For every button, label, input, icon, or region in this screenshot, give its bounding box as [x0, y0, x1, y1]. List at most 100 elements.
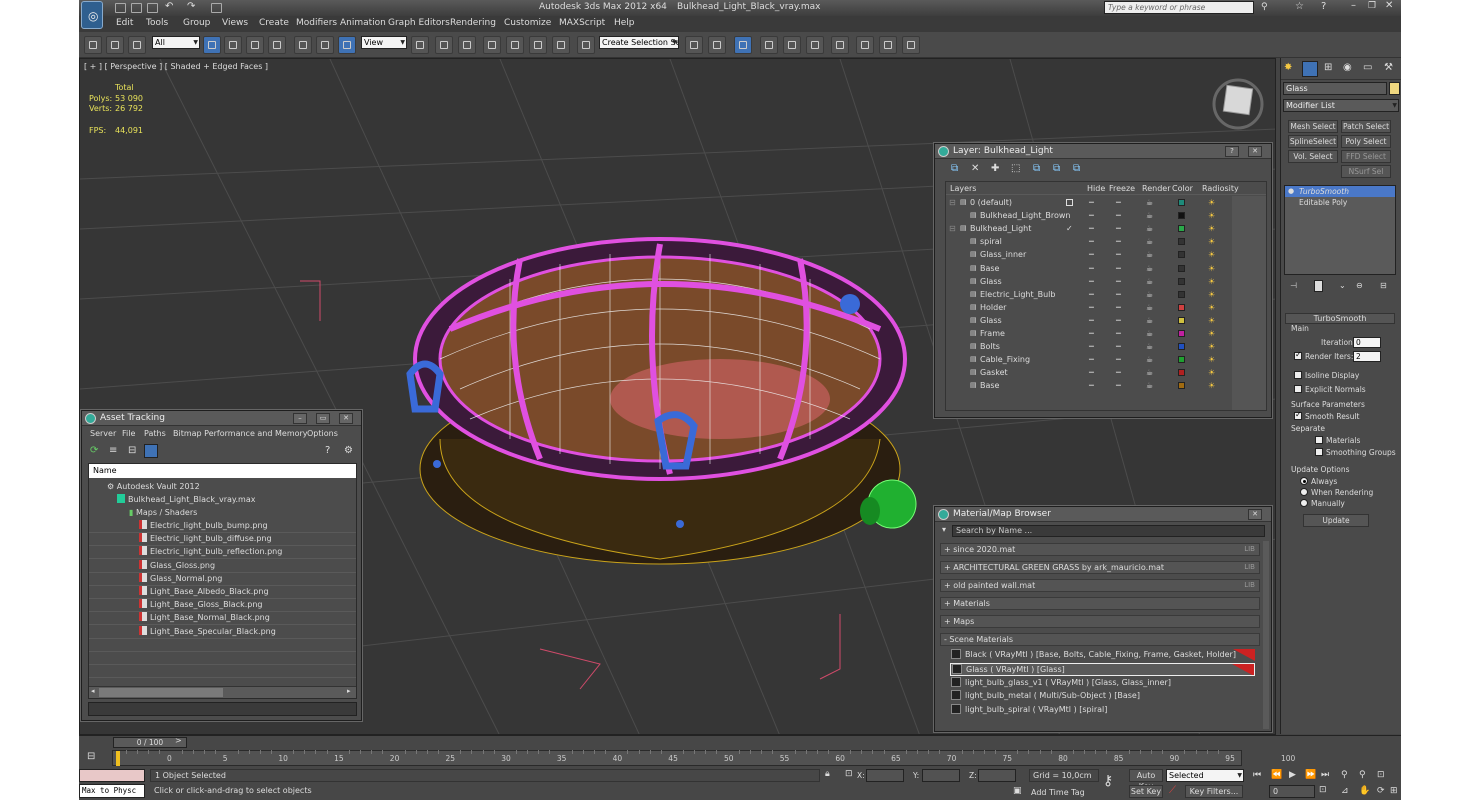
always-radio[interactable]: [1300, 477, 1308, 485]
add-to-layer-icon[interactable]: ✚: [991, 163, 999, 174]
layer-color-swatch[interactable]: [1178, 369, 1185, 377]
object-color-swatch[interactable]: [1389, 82, 1400, 95]
render-teapot-icon[interactable]: ☕: [1146, 327, 1153, 340]
layer-row[interactable]: ▤ Bolts ━ ━ ☕ ☀: [946, 340, 1232, 353]
render-teapot-icon[interactable]: ☕: [1146, 209, 1153, 222]
render-teapot-icon[interactable]: ☕: [1146, 340, 1153, 353]
hide-toggle[interactable]: ━: [1089, 235, 1094, 248]
radiosity-sun-icon[interactable]: ☀: [1208, 222, 1215, 235]
render-iters-spinner[interactable]: 2: [1353, 351, 1381, 362]
curve-editor-icon[interactable]: [783, 36, 801, 54]
y-coordinate-field[interactable]: [922, 769, 960, 782]
freeze-toggle[interactable]: ━: [1116, 314, 1121, 327]
iterations-spinner[interactable]: 0: [1353, 337, 1381, 348]
col-color[interactable]: Color: [1172, 184, 1193, 193]
tree-view-icon[interactable]: ⊟: [128, 445, 136, 456]
scroll-thumb[interactable]: [99, 688, 223, 697]
play-icon[interactable]: ▶: [1289, 770, 1296, 780]
layer-color-swatch[interactable]: [1178, 225, 1185, 233]
asset-minimize-button[interactable]: –: [293, 413, 307, 424]
render-teapot-icon[interactable]: ☕: [1146, 275, 1153, 288]
radiosity-sun-icon[interactable]: ☀: [1208, 301, 1215, 314]
current-layer-box-icon[interactable]: [1066, 199, 1073, 206]
key-mode-combo[interactable]: Selected: [1166, 769, 1244, 782]
select-by-name-icon[interactable]: [224, 36, 242, 54]
scroll-left-icon[interactable]: ◂: [91, 687, 95, 695]
freeze-toggle[interactable]: ━: [1116, 288, 1121, 301]
radiosity-sun-icon[interactable]: ☀: [1208, 262, 1215, 275]
asset-map-row[interactable]: Light_Base_Albedo_Black.png: [139, 585, 269, 598]
group-row-scene-materials[interactable]: - Scene Materials: [940, 633, 1260, 646]
trackbar-toggle-icon[interactable]: ⊟: [87, 751, 95, 762]
auto-key-button[interactable]: Auto Key: [1129, 769, 1163, 791]
asset-settings-icon[interactable]: ⚙: [344, 445, 353, 456]
asset-menu-options[interactable]: Options: [307, 429, 338, 438]
layer-scrollbar[interactable]: [1232, 196, 1266, 410]
library-row-since-2020[interactable]: + since 2020.mat LIB: [940, 543, 1260, 556]
maximize-viewport-icon[interactable]: ⊞: [1390, 786, 1398, 796]
modify-tab-icon[interactable]: [1302, 61, 1318, 77]
material-panel-titlebar[interactable]: Material/Map Browser ✕: [935, 507, 1271, 522]
render-iters-checkbox[interactable]: [1294, 350, 1302, 360]
expand-icon[interactable]: ⊟: [949, 196, 956, 209]
radiosity-sun-icon[interactable]: ☀: [1208, 288, 1215, 301]
vault-root-row[interactable]: ⚙ Autodesk Vault 2012: [107, 480, 200, 493]
redo-icon[interactable]: ↷: [187, 1, 195, 12]
freeze-toggle[interactable]: ━: [1116, 222, 1121, 235]
create-tab-icon[interactable]: ✸: [1284, 62, 1292, 73]
spinner-snap-icon[interactable]: [552, 36, 570, 54]
zoom-icon[interactable]: ⚲: [1341, 770, 1348, 780]
minimize-icon[interactable]: –: [1351, 0, 1356, 11]
make-unique-icon[interactable]: ⌄: [1339, 281, 1346, 290]
key-filters-button[interactable]: Key Filters...: [1185, 785, 1243, 798]
asset-help-icon[interactable]: ?: [325, 445, 330, 456]
radiosity-sun-icon[interactable]: ☀: [1208, 379, 1215, 392]
edit-named-selection-icon[interactable]: [577, 36, 595, 54]
asset-map-row[interactable]: Electric_light_bulb_diffuse.png: [139, 532, 272, 545]
modifier-list-combo[interactable]: Modifier List: [1283, 99, 1399, 112]
menu-help[interactable]: Help: [614, 18, 635, 28]
layer-row[interactable]: ▤ Glass ━ ━ ☕ ☀: [946, 314, 1232, 327]
key-mode-icon[interactable]: ⟋: [1169, 785, 1176, 796]
viewport-label[interactable]: [ + ] [ Perspective ] [ Shaded + Edged F…: [84, 62, 268, 71]
move-icon[interactable]: [294, 36, 312, 54]
smooth-result-checkbox[interactable]: [1294, 410, 1302, 420]
new-file-icon[interactable]: [115, 3, 126, 13]
freeze-toggle[interactable]: ━: [1116, 366, 1121, 379]
search-input[interactable]: Type a keyword or phrase: [1104, 1, 1254, 14]
when-rendering-radio[interactable]: [1300, 488, 1308, 496]
snaps-toggle-icon[interactable]: [483, 36, 501, 54]
layer-row[interactable]: ⊟ ▤ Bulkhead_Light ━ ━ ☕ ☀ ✓: [946, 222, 1232, 235]
mesh-select-button[interactable]: Mesh Select: [1288, 120, 1338, 133]
hide-toggle[interactable]: ━: [1089, 248, 1094, 261]
menu-edit[interactable]: Edit: [116, 18, 133, 28]
vol-select-button[interactable]: Vol. Select: [1288, 150, 1338, 163]
utilities-tab-icon[interactable]: ⚒: [1384, 62, 1393, 73]
goto-start-icon[interactable]: ⏮: [1253, 770, 1261, 780]
search-binoculars-icon[interactable]: ⚲: [1261, 2, 1268, 12]
hierarchy-tab-icon[interactable]: ⊞: [1324, 62, 1332, 73]
goto-end-icon[interactable]: ⏭: [1321, 770, 1329, 780]
asset-map-row[interactable]: Light_Base_Specular_Black.png: [139, 625, 276, 638]
pivot-center-icon[interactable]: [411, 36, 429, 54]
rendered-frame-window-icon[interactable]: [879, 36, 897, 54]
render-production-icon[interactable]: [902, 36, 920, 54]
layer-color-swatch[interactable]: [1178, 238, 1185, 246]
window-crossing-icon[interactable]: [268, 36, 286, 54]
radiosity-sun-icon[interactable]: ☀: [1208, 196, 1215, 209]
add-time-tag-icon[interactable]: ▣: [1013, 786, 1022, 796]
layer-color-swatch[interactable]: [1178, 330, 1185, 337]
render-teapot-icon[interactable]: ☕: [1146, 366, 1153, 379]
current-layer-check-icon[interactable]: ✓: [1066, 222, 1073, 235]
asset-map-row[interactable]: Glass_Normal.png: [139, 572, 222, 585]
render-teapot-icon[interactable]: ☕: [1146, 301, 1153, 314]
orbit-icon[interactable]: ⟳: [1377, 786, 1385, 796]
app-logo-icon[interactable]: ◎: [81, 1, 103, 29]
hide-toggle[interactable]: ━: [1089, 222, 1094, 235]
asset-map-row[interactable]: Light_Base_Gloss_Black.png: [139, 598, 263, 611]
asset-menu-file[interactable]: File: [122, 429, 135, 438]
asset-map-row[interactable]: Light_Base_Normal_Black.png: [139, 611, 270, 624]
layer-row[interactable]: ▤ Cable_Fixing ━ ━ ☕ ☀: [946, 353, 1232, 366]
next-frame-play-icon[interactable]: ⏩: [1305, 770, 1316, 780]
expand-icon[interactable]: ⊟: [949, 222, 956, 235]
